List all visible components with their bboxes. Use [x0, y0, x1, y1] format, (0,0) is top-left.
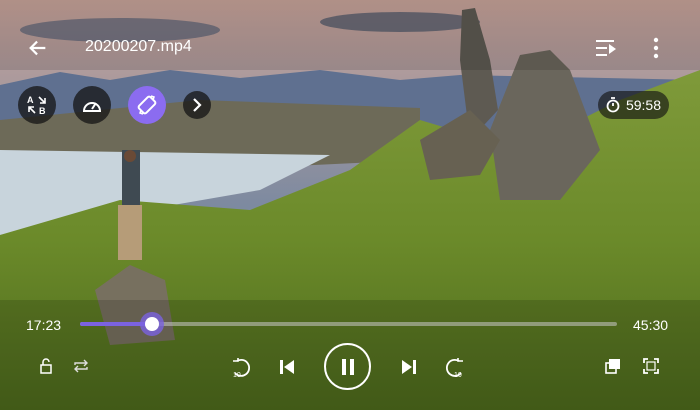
forward-10-icon: 10: [446, 358, 463, 379]
svg-text:A: A: [27, 95, 34, 105]
sleep-timer[interactable]: 59:58: [598, 91, 669, 119]
repeat-button[interactable]: [71, 356, 91, 376]
next-button[interactable]: [398, 356, 420, 378]
seek-bar[interactable]: [80, 312, 617, 336]
pip-icon: [605, 359, 620, 374]
previous-icon: [280, 360, 294, 374]
ab-repeat-icon: AB: [27, 95, 46, 116]
playlist-button[interactable]: [594, 38, 618, 58]
arrow-left-icon: [29, 40, 46, 56]
svg-text:10: 10: [454, 372, 462, 379]
svg-text:10: 10: [233, 372, 241, 379]
pause-button[interactable]: [324, 343, 371, 390]
repeat-icon: [74, 359, 88, 373]
svg-text:B: B: [39, 106, 46, 116]
rewind-10-icon: 10: [233, 358, 250, 379]
playback-speed-button[interactable]: [73, 86, 111, 124]
more-vertical-icon: [653, 37, 659, 59]
chevron-right-icon: [193, 98, 202, 112]
video-title: 20200207.mp4: [85, 38, 192, 55]
next-icon: [402, 360, 416, 374]
total-time: 45:30: [633, 317, 669, 333]
lock-icon: [40, 358, 52, 374]
fit-screen-icon: [643, 358, 659, 374]
rewind-10-button[interactable]: 10: [228, 356, 252, 380]
rotate-icon: [137, 95, 157, 115]
sleep-timer-value: 59:58: [625, 97, 662, 113]
pip-button[interactable]: [603, 356, 623, 376]
expand-actions-button[interactable]: [183, 91, 211, 119]
speedometer-icon: [82, 102, 102, 112]
previous-button[interactable]: [276, 356, 298, 378]
ab-repeat-button[interactable]: AB: [18, 86, 56, 124]
screen-rotate-button[interactable]: [128, 86, 166, 124]
fit-screen-button[interactable]: [641, 356, 661, 376]
pause-icon: [341, 358, 354, 375]
current-time: 17:23: [26, 317, 62, 333]
seek-thumb[interactable]: [139, 312, 164, 336]
back-button[interactable]: [26, 36, 50, 60]
timer-icon: [606, 97, 620, 113]
lock-button[interactable]: [36, 356, 56, 376]
playlist-play-icon: [596, 40, 616, 56]
more-button[interactable]: [648, 36, 664, 60]
forward-10-button[interactable]: 10: [444, 356, 468, 380]
